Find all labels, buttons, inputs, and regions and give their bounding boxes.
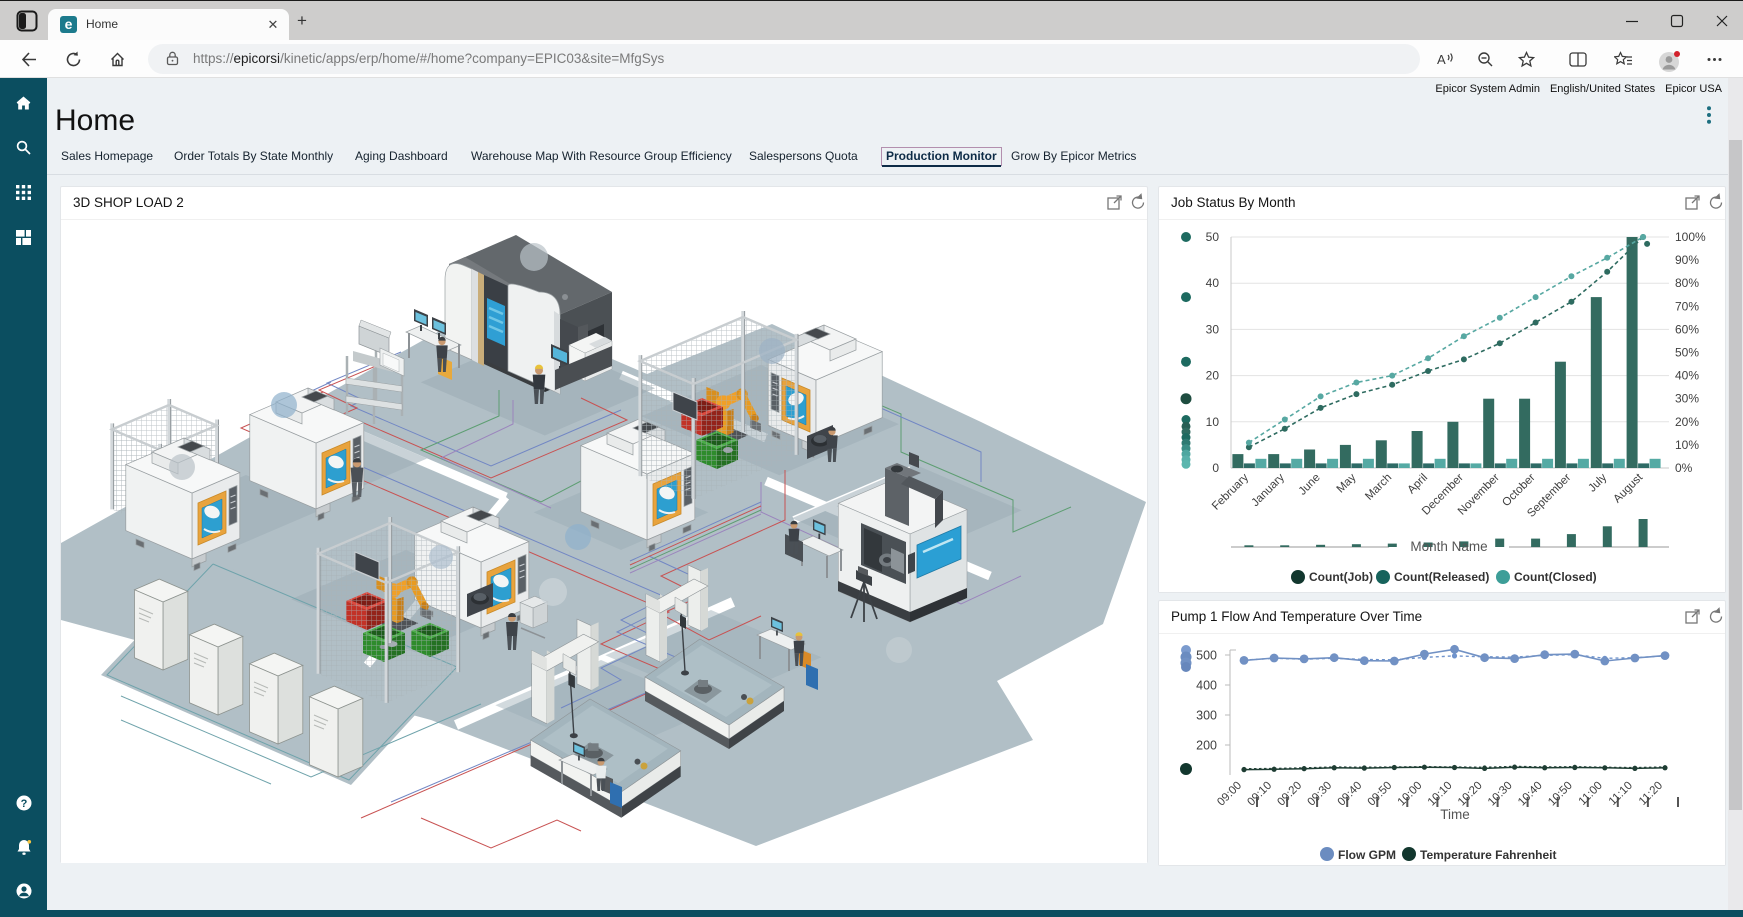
svg-text:?: ? (21, 798, 28, 810)
svg-text:40%: 40% (1675, 369, 1699, 383)
svg-text:20%: 20% (1675, 415, 1699, 429)
svg-text:Temperature Fahrenheit: Temperature Fahrenheit (1420, 848, 1556, 862)
svg-text:Count(Closed): Count(Closed) (1514, 570, 1597, 584)
svg-text:60%: 60% (1675, 322, 1699, 336)
svg-text:30%: 30% (1675, 392, 1699, 406)
svg-text:100%: 100% (1675, 230, 1706, 244)
svg-text:400: 400 (1196, 679, 1217, 693)
svg-text:0%: 0% (1675, 461, 1693, 475)
svg-text:30: 30 (1206, 322, 1220, 336)
svg-text:A: A (1437, 52, 1446, 67)
svg-text:Count(Job): Count(Job) (1309, 570, 1373, 584)
svg-text:90%: 90% (1675, 253, 1699, 267)
svg-text:Month Name: Month Name (1410, 539, 1487, 554)
svg-text:0: 0 (1212, 461, 1219, 475)
svg-text:10%: 10% (1675, 438, 1699, 452)
svg-text:80%: 80% (1675, 276, 1699, 290)
svg-text:Flow GPM: Flow GPM (1338, 848, 1396, 862)
svg-text:200: 200 (1196, 739, 1217, 753)
svg-text:50%: 50% (1675, 346, 1699, 360)
svg-text:20: 20 (1206, 369, 1220, 383)
svg-text:Time: Time (1440, 807, 1470, 822)
svg-text:50: 50 (1206, 230, 1220, 244)
svg-text:Count(Released): Count(Released) (1394, 570, 1489, 584)
svg-text:10: 10 (1206, 415, 1220, 429)
svg-text:300: 300 (1196, 709, 1217, 723)
svg-text:70%: 70% (1675, 299, 1699, 313)
svg-text:500: 500 (1196, 649, 1217, 663)
svg-text:40: 40 (1206, 276, 1220, 290)
